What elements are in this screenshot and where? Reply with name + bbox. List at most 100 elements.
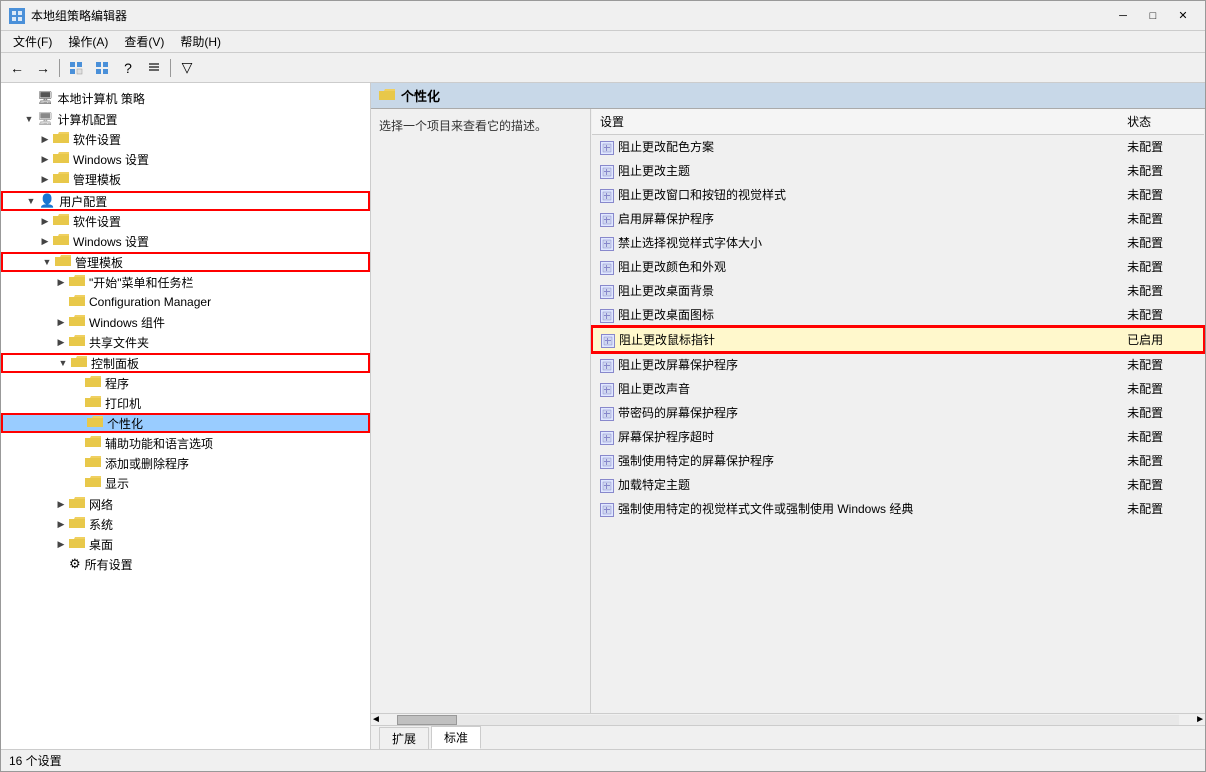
tree-user-config: ▼ 👤 用户配置 ▶ xyxy=(1,190,370,576)
menu-view[interactable]: 查看(V) xyxy=(116,31,172,52)
software-settings-1-row[interactable]: ▶ 软件设置 xyxy=(1,129,370,149)
menu-help[interactable]: 帮助(H) xyxy=(172,31,229,52)
desktop-row[interactable]: ▶ 桌面 xyxy=(1,534,370,554)
setting-icon xyxy=(600,431,614,445)
sm-expand[interactable]: ▶ xyxy=(53,274,69,290)
ar-expand[interactable] xyxy=(69,455,85,471)
as-expand[interactable] xyxy=(53,556,69,572)
wc-expand[interactable]: ▶ xyxy=(53,314,69,330)
horizontal-scrollbar[interactable]: ◄ ► xyxy=(371,713,1205,725)
start-menu-row[interactable]: ▶ "开始"菜单和任务栏 xyxy=(1,272,370,292)
computer-icon: 🖥 xyxy=(37,111,54,127)
table-row[interactable]: 阻止更改桌面背景未配置 xyxy=(592,279,1204,303)
ss2-expand[interactable]: ▶ xyxy=(37,213,53,229)
control-panel-row[interactable]: ▼ 控制面板 xyxy=(1,353,370,373)
windows-settings-1-row[interactable]: ▶ Windows 设置 xyxy=(1,149,370,169)
tree-root-row[interactable]: 🖥 本地计算机 策略 xyxy=(1,88,370,108)
folder-icon-11 xyxy=(71,355,87,371)
programs-row[interactable]: 程序 xyxy=(1,373,370,393)
software-settings-2-row[interactable]: ▶ 软件设置 xyxy=(1,211,370,231)
desk-expand[interactable]: ▶ xyxy=(53,536,69,552)
hscroll-left[interactable]: ◄ xyxy=(371,714,381,725)
table-row[interactable]: 强制使用特定的视觉样式文件或强制使用 Windows 经典未配置 xyxy=(592,497,1204,521)
printers-row[interactable]: 打印机 xyxy=(1,393,370,413)
minimize-button[interactable]: ─ xyxy=(1109,6,1137,26)
menu-action[interactable]: 操作(A) xyxy=(60,31,116,52)
hscroll-right[interactable]: ► xyxy=(1195,714,1205,725)
setting-name: 阻止更改鼠标指针 xyxy=(592,327,1119,352)
table-row[interactable]: 阻止更改桌面图标未配置 xyxy=(592,303,1204,328)
hscroll-track[interactable] xyxy=(397,715,1179,725)
table-row[interactable]: 启用屏幕保护程序未配置 xyxy=(592,207,1204,231)
computer-expand-icon[interactable]: ▼ xyxy=(21,111,37,127)
up-button[interactable] xyxy=(64,57,88,79)
windows-components-row[interactable]: ▶ Windows 组件 xyxy=(1,312,370,332)
tree-computer-config-row[interactable]: ▼ 🖥 计算机配置 xyxy=(1,109,370,129)
table-row[interactable]: 禁止选择视觉样式字体大小未配置 xyxy=(592,231,1204,255)
folder-icon-19 xyxy=(69,516,85,532)
at2-expand[interactable]: ▼ xyxy=(39,254,55,270)
acc-expand[interactable] xyxy=(69,435,85,451)
display-row[interactable]: 显示 xyxy=(1,473,370,493)
config-manager-row[interactable]: Configuration Manager xyxy=(1,292,370,312)
settings-panel[interactable]: 设置 状态 阻止更改配色方案未配置 阻止更改主题未配置 阻止更改窗口和按钮的视觉… xyxy=(591,109,1205,713)
se1-expand[interactable]: ▶ xyxy=(37,131,53,147)
admin-templates-1-row[interactable]: ▶ 管理模板 xyxy=(1,169,370,189)
table-row[interactable]: 强制使用特定的屏幕保护程序未配置 xyxy=(592,449,1204,473)
table-row[interactable]: 带密码的屏幕保护程序未配置 xyxy=(592,401,1204,425)
export-button[interactable] xyxy=(142,57,166,79)
menu-file[interactable]: 文件(F) xyxy=(5,31,60,52)
cp-expand[interactable]: ▼ xyxy=(55,355,71,371)
back-button[interactable]: ← xyxy=(5,57,29,79)
add-remove-row[interactable]: 添加或删除程序 xyxy=(1,453,370,473)
table-row[interactable]: 阻止更改鼠标指针已启用 xyxy=(592,327,1204,352)
tree-panel[interactable]: 🖥 本地计算机 策略 ▼ 🖥 计算机配置 xyxy=(1,83,371,749)
all-settings-label: 所有设置 xyxy=(85,556,133,573)
folder-icon-5 xyxy=(53,233,69,249)
system-row[interactable]: ▶ 系统 xyxy=(1,514,370,534)
table-row[interactable]: 阻止更改主题未配置 xyxy=(592,159,1204,183)
root-expand-icon[interactable] xyxy=(21,90,37,106)
table-row[interactable]: 加载特定主题未配置 xyxy=(592,473,1204,497)
personalization-row[interactable]: 个性化 xyxy=(1,413,370,433)
prog-expand[interactable] xyxy=(69,375,85,391)
table-row[interactable]: 阻止更改屏幕保护程序未配置 xyxy=(592,352,1204,377)
accessibility-row[interactable]: 辅助功能和语言选项 xyxy=(1,433,370,453)
disp-expand[interactable] xyxy=(69,475,85,491)
sf-expand[interactable]: ▶ xyxy=(53,334,69,350)
window-title: 本地组策略编辑器 xyxy=(31,7,127,24)
table-row[interactable]: 阻止更改窗口和按钮的视觉样式未配置 xyxy=(592,183,1204,207)
cm-expand[interactable] xyxy=(53,294,69,310)
hscroll-thumb[interactable] xyxy=(397,715,457,725)
tree-user-config-row[interactable]: ▼ 👤 用户配置 xyxy=(1,191,370,211)
network-row[interactable]: ▶ 网络 xyxy=(1,494,370,514)
setting-name: 阻止更改屏幕保护程序 xyxy=(592,352,1119,377)
windows-settings-2-row[interactable]: ▶ Windows 设置 xyxy=(1,231,370,251)
ws1-expand[interactable]: ▶ xyxy=(37,151,53,167)
table-row[interactable]: 屏幕保护程序超时未配置 xyxy=(592,425,1204,449)
pers-expand[interactable] xyxy=(71,415,87,431)
table-row[interactable]: 阻止更改声音未配置 xyxy=(592,377,1204,401)
ws2-expand[interactable]: ▶ xyxy=(37,233,53,249)
setting-icon xyxy=(600,503,614,517)
close-button[interactable]: ✕ xyxy=(1169,6,1197,26)
print-expand[interactable] xyxy=(69,395,85,411)
shared-folders-row[interactable]: ▶ 共享文件夹 xyxy=(1,332,370,352)
view-button[interactable] xyxy=(90,57,114,79)
display-label: 显示 xyxy=(105,475,129,492)
all-settings-row[interactable]: ⚙ 所有设置 xyxy=(1,554,370,574)
help-button[interactable]: ? xyxy=(116,57,140,79)
setting-name: 屏幕保护程序超时 xyxy=(592,425,1119,449)
table-row[interactable]: 阻止更改配色方案未配置 xyxy=(592,135,1204,159)
filter-button[interactable]: ▽ xyxy=(175,57,199,79)
user-expand-icon[interactable]: ▼ xyxy=(23,193,39,209)
tab-standard[interactable]: 标准 xyxy=(431,726,481,749)
maximize-button[interactable]: □ xyxy=(1139,6,1167,26)
tab-expand[interactable]: 扩展 xyxy=(379,727,429,749)
at1-expand[interactable]: ▶ xyxy=(37,171,53,187)
sys-expand[interactable]: ▶ xyxy=(53,516,69,532)
table-row[interactable]: 阻止更改颜色和外观未配置 xyxy=(592,255,1204,279)
forward-button[interactable]: → xyxy=(31,57,55,79)
admin-templates-2-row[interactable]: ▼ 管理模板 xyxy=(1,252,370,272)
net-expand[interactable]: ▶ xyxy=(53,496,69,512)
